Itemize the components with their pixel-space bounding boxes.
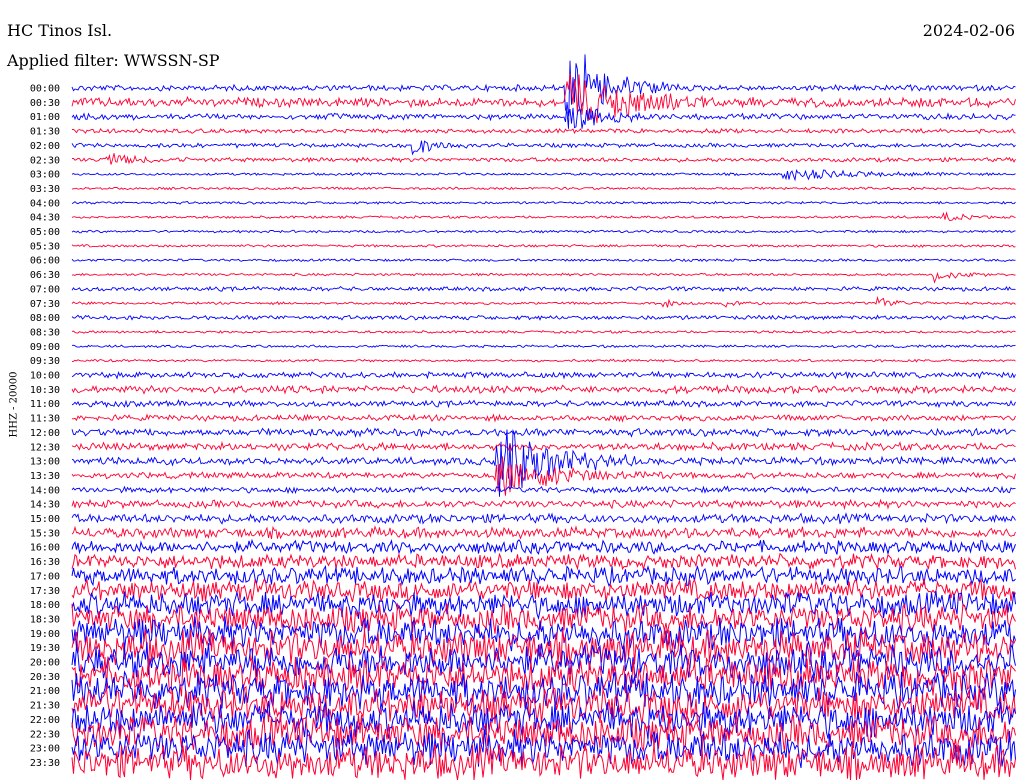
trace-row xyxy=(71,243,1016,248)
trace-row xyxy=(71,314,1016,321)
row-time-label: 15:00 xyxy=(30,514,60,525)
trace-row xyxy=(71,512,1016,525)
row-time-label: 10:30 xyxy=(30,385,60,396)
row-time-label: 06:00 xyxy=(30,256,60,267)
trace-row xyxy=(71,485,1016,495)
row-time-label: 00:30 xyxy=(30,98,60,109)
trace-row xyxy=(71,344,1016,349)
row-time-label: 21:00 xyxy=(30,686,60,697)
trace-row xyxy=(71,552,1016,571)
trace-row xyxy=(71,140,1016,156)
row-time-label: 01:00 xyxy=(30,112,60,123)
row-time-label: 16:00 xyxy=(30,543,60,554)
trace-row xyxy=(71,229,1016,234)
trace-row xyxy=(71,427,1016,438)
row-time-label: 20:00 xyxy=(30,658,60,669)
trace-row xyxy=(72,153,1016,165)
row-time-label: 19:30 xyxy=(30,643,60,654)
row-time-label: 14:30 xyxy=(30,500,60,511)
trace-row xyxy=(71,329,1016,334)
trace-row xyxy=(71,384,1016,395)
row-time-label: 05:30 xyxy=(30,241,60,252)
trace-row xyxy=(71,295,1016,308)
row-time-label: 18:30 xyxy=(30,614,60,625)
row-time-label: 19:00 xyxy=(30,629,60,640)
row-time-label: 04:30 xyxy=(30,213,60,224)
row-time-label: 21:30 xyxy=(30,701,60,712)
trace-row xyxy=(71,101,1016,129)
trace-row xyxy=(71,398,1016,409)
row-time-label: 13:00 xyxy=(30,457,60,468)
trace-row xyxy=(71,538,1016,555)
row-time-label: 00:00 xyxy=(30,84,60,95)
row-time-label: 11:30 xyxy=(30,414,60,425)
trace-row xyxy=(71,54,1016,129)
row-time-label: 09:00 xyxy=(30,342,60,353)
row-time-label: 08:30 xyxy=(30,327,60,338)
trace-row xyxy=(71,358,1016,363)
row-time-label: 22:00 xyxy=(30,715,60,726)
trace-row xyxy=(71,498,1016,510)
row-time-label: 23:00 xyxy=(30,744,60,755)
trace-row xyxy=(71,200,1016,205)
seismogram-traces xyxy=(71,54,1016,780)
trace-row xyxy=(71,211,1016,221)
row-time-label: 13:30 xyxy=(30,471,60,482)
row-time-label: 17:30 xyxy=(30,586,60,597)
row-time-labels: 00:00 00:30 01:00 01:30 02:00 02:30 03:00 03:30… xyxy=(30,84,60,769)
row-time-label: 17:00 xyxy=(30,571,60,582)
trace-row xyxy=(71,168,1016,182)
row-time-label: 08:00 xyxy=(30,313,60,324)
row-time-label: 02:30 xyxy=(30,155,60,166)
row-time-label: 11:00 xyxy=(30,399,60,410)
row-time-label: 07:00 xyxy=(30,284,60,295)
trace-row xyxy=(71,258,1016,263)
row-time-label: 03:30 xyxy=(30,184,60,195)
row-time-label: 14:00 xyxy=(30,485,60,496)
trace-row xyxy=(71,578,1016,603)
row-time-label: 03:00 xyxy=(30,170,60,181)
row-time-label: 05:00 xyxy=(30,227,60,238)
trace-row xyxy=(71,285,1016,293)
row-time-label: 18:00 xyxy=(30,600,60,611)
row-time-label: 15:30 xyxy=(30,528,60,539)
row-time-label: 06:30 xyxy=(30,270,60,281)
row-time-label: 10:00 xyxy=(30,371,60,382)
row-time-label: 12:30 xyxy=(30,442,60,453)
trace-row xyxy=(71,428,1016,497)
row-time-label: 01:30 xyxy=(30,127,60,138)
trace-row xyxy=(71,127,1016,135)
seismogram-chart: 00:00 00:30 01:00 01:30 02:00 02:30 03:00 03:30… xyxy=(30,54,1016,780)
trace-row xyxy=(71,186,1016,191)
trace-row xyxy=(71,413,1016,423)
trace-row xyxy=(71,440,1016,452)
row-time-label: 23:30 xyxy=(30,758,60,769)
row-time-label: 04:00 xyxy=(30,198,60,209)
row-time-label: 02:00 xyxy=(30,141,60,152)
row-time-label: 16:30 xyxy=(30,557,60,568)
row-time-label: 20:30 xyxy=(30,672,60,683)
row-time-label: 09:30 xyxy=(30,356,60,367)
row-time-label: 22:30 xyxy=(30,729,60,740)
trace-row xyxy=(71,525,1016,541)
row-time-label: 12:00 xyxy=(30,428,60,439)
trace-row xyxy=(71,271,1016,284)
row-time-label: 07:30 xyxy=(30,299,60,310)
trace-row xyxy=(71,565,1016,588)
trace-row xyxy=(71,370,1016,380)
